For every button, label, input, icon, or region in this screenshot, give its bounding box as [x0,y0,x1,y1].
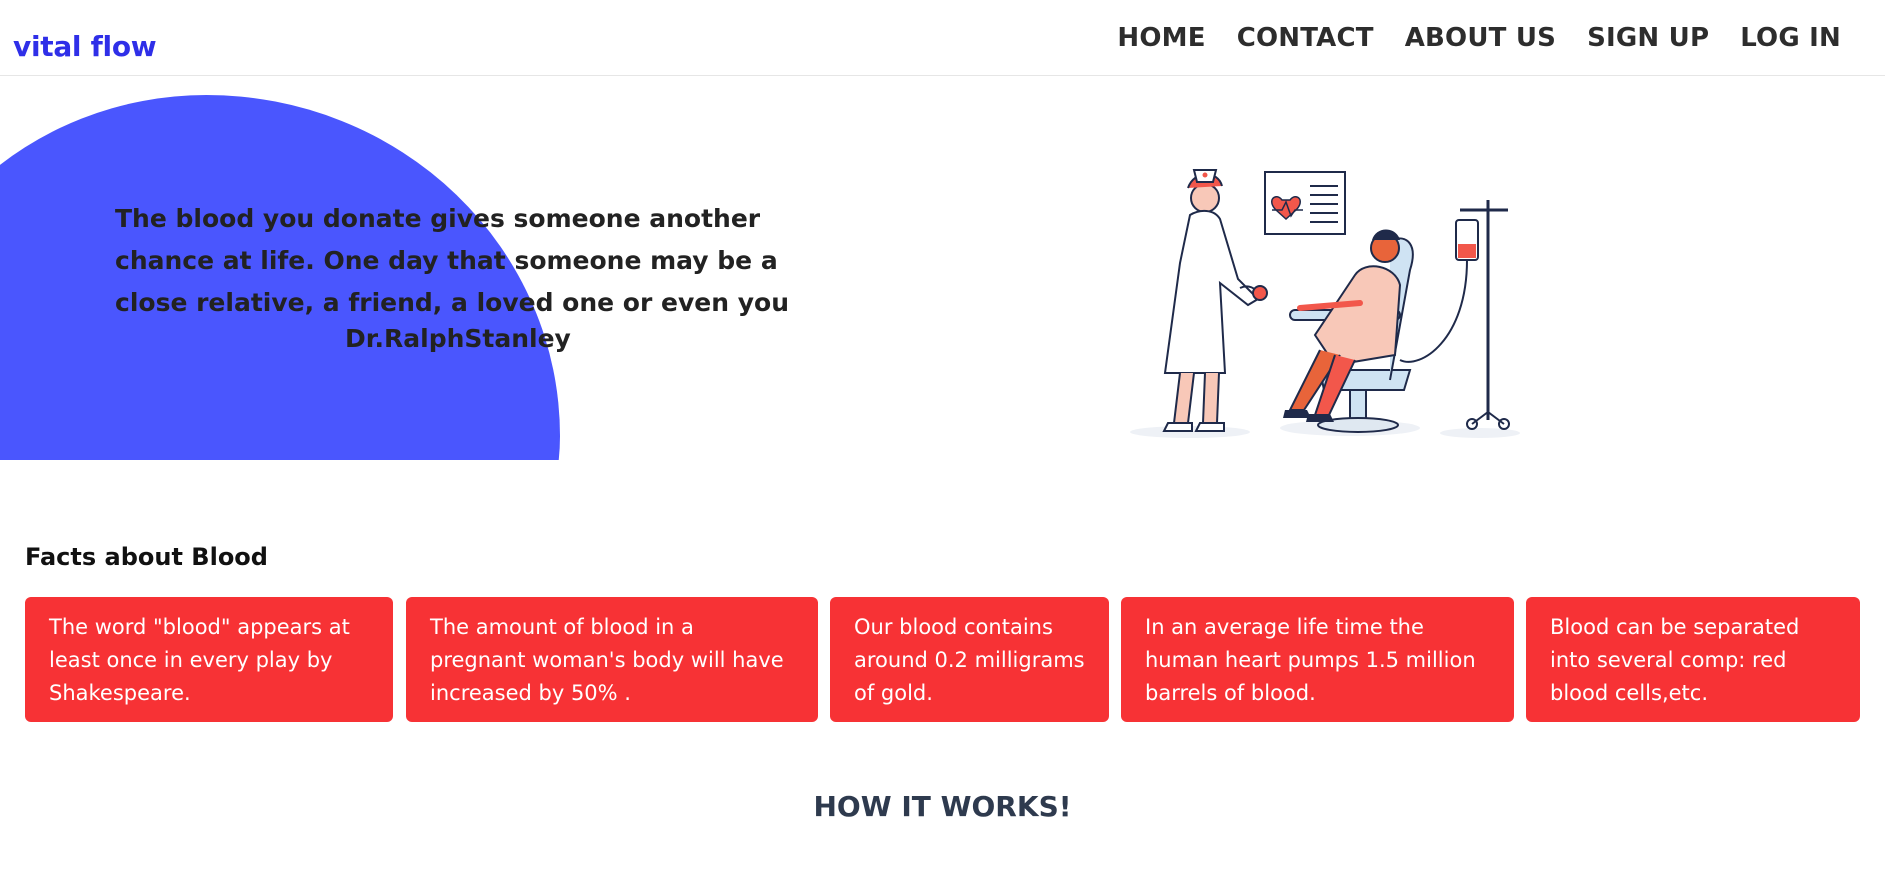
nav-contact[interactable]: CONTACT [1237,18,1374,58]
facts-title: Facts about Blood [25,543,268,571]
quote-author: Dr.RalphStanley [345,324,571,353]
fact-card: In an average life time the human heart … [1121,597,1514,722]
nav-sign-up[interactable]: SIGN UP [1587,18,1709,58]
hero-quote: The blood you donate gives someone anoth… [115,204,789,317]
nav-about-us[interactable]: ABOUT US [1405,18,1556,58]
donation-illustration [1130,169,1520,438]
brand-logo[interactable]: vital flow [13,30,157,63]
fact-card: The word "blood" appears at least once i… [25,597,393,722]
fact-card: The amount of blood in a pregnant woman'… [406,597,818,722]
nav-log-in[interactable]: LOG IN [1740,18,1841,58]
how-it-works-heading: HOW IT WORKS! [813,790,1072,823]
fact-card: Our blood contains around 0.2 milligrams… [830,597,1109,722]
nav-home[interactable]: HOME [1117,18,1205,58]
nav-links: HOME CONTACT ABOUT US SIGN UP LOG IN [1117,18,1841,58]
top-navbar: vital flow HOME CONTACT ABOUT US SIGN UP… [0,0,1885,76]
fact-card: Blood can be separated into several comp… [1526,597,1860,722]
